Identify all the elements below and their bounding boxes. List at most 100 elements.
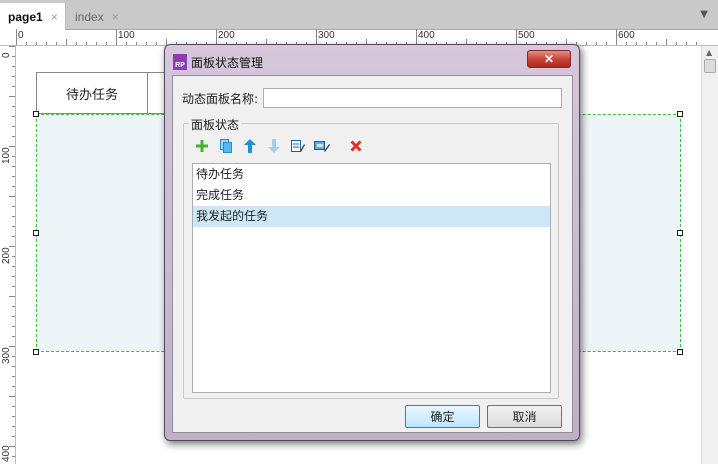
panel-name-label: 动态面板名称: <box>182 92 259 106</box>
ruler-tick <box>46 42 47 45</box>
ruler-tick <box>616 29 617 45</box>
ruler-tick <box>86 42 87 45</box>
tab-page1[interactable]: page1 × <box>0 3 66 31</box>
ruler-tick <box>216 29 217 45</box>
tab-label: page1 <box>8 10 43 24</box>
resize-handle[interactable] <box>677 349 683 355</box>
states-toolbar <box>184 137 560 157</box>
ruler-tick <box>156 42 157 45</box>
ruler-label: 200 <box>1 247 12 264</box>
ruler-tick <box>636 42 637 45</box>
canvas-tab-label: 待办任务 <box>65 87 118 103</box>
ruler-tick <box>56 42 57 45</box>
ruler-tick <box>36 42 37 45</box>
vertical-scrollbar[interactable]: ▲ <box>701 46 718 464</box>
ruler-tick <box>656 42 657 45</box>
ruler-tick <box>12 306 15 307</box>
ruler-tick <box>9 246 15 247</box>
close-icon[interactable]: × <box>51 10 58 24</box>
tab-list-dropdown-icon[interactable]: ▼ <box>700 9 708 20</box>
ruler-tick <box>9 446 15 447</box>
ruler-tick <box>666 39 667 45</box>
cancel-button[interactable]: 取消 <box>487 405 562 428</box>
ruler-label: 100 <box>1 147 12 164</box>
ok-button[interactable]: 确定 <box>405 405 480 428</box>
ruler-tick <box>9 396 15 397</box>
axure-logo-icon: RP <box>173 54 187 70</box>
ruler-tick <box>12 276 15 277</box>
resize-handle[interactable] <box>33 111 39 117</box>
ruler-tick <box>26 42 27 45</box>
move-up-icon[interactable] <box>242 138 258 154</box>
ruler-label: 300 <box>318 30 335 41</box>
duplicate-icon[interactable] <box>218 138 234 154</box>
ruler-tick <box>12 216 15 217</box>
ruler-tick <box>12 456 15 457</box>
tab-index[interactable]: index × <box>67 3 125 30</box>
delete-icon[interactable] <box>348 138 364 154</box>
scrollbar-thumb[interactable] <box>704 59 716 73</box>
ruler-label: 500 <box>518 30 535 41</box>
ruler-tick <box>696 42 697 45</box>
ruler-tick <box>12 336 15 337</box>
list-item[interactable]: 我发起的任务 <box>193 206 550 227</box>
ruler-tick <box>9 296 15 297</box>
ruler-tick <box>12 426 15 427</box>
dialog-body: 动态面板名称: 面板状态 待办任务 完成任务 我发起的任务 确定 取消 <box>172 75 573 433</box>
ruler-tick <box>12 316 15 317</box>
ruler-tick <box>12 56 15 57</box>
ruler-tick <box>12 256 15 257</box>
ruler-tick <box>12 406 15 407</box>
ruler-label: 0 <box>18 30 24 41</box>
ruler-tick <box>12 106 15 107</box>
close-button[interactable]: ✕ <box>527 50 571 68</box>
ruler-label: 100 <box>118 30 135 41</box>
close-icon[interactable]: × <box>112 10 119 24</box>
ruler-tick <box>12 286 15 287</box>
ruler-tick <box>9 96 15 97</box>
ruler-tick <box>12 136 15 137</box>
ruler-label: 400 <box>418 30 435 41</box>
resize-handle[interactable] <box>677 230 683 236</box>
ruler-tick <box>586 42 587 45</box>
panel-state-manager-dialog: RP 面板状态管理 ✕ 动态面板名称: 面板状态 待办任务 完成任务 我发起的任… <box>164 44 580 441</box>
ruler-tick <box>12 376 15 377</box>
ruler-tick <box>12 366 15 367</box>
ruler-tick <box>146 42 147 45</box>
ruler-label: 0 <box>1 52 12 58</box>
edit-all-icon[interactable] <box>314 138 330 154</box>
edit-icon[interactable] <box>290 138 306 154</box>
ruler-tick <box>96 42 97 45</box>
resize-handle[interactable] <box>677 111 683 117</box>
add-icon[interactable] <box>194 138 210 154</box>
ruler-tick <box>12 166 15 167</box>
ruler-tick <box>12 436 15 437</box>
list-item[interactable]: 完成任务 <box>193 185 550 206</box>
ruler-tick <box>16 29 17 45</box>
ruler-tick <box>596 42 597 45</box>
ruler-tick <box>12 206 15 207</box>
list-item[interactable]: 待办任务 <box>193 164 550 185</box>
scroll-up-icon[interactable]: ▲ <box>706 48 712 57</box>
ruler-tick <box>12 356 15 357</box>
ruler-tick <box>106 42 107 45</box>
panel-state-list[interactable]: 待办任务 完成任务 我发起的任务 <box>192 163 551 393</box>
resize-handle[interactable] <box>33 349 39 355</box>
ruler-tick <box>12 156 15 157</box>
ruler-tick <box>126 42 127 45</box>
ruler-tick <box>676 42 677 45</box>
canvas-tab-pending[interactable]: 待办任务 <box>36 72 148 114</box>
resize-handle[interactable] <box>33 230 39 236</box>
ruler-tick <box>9 146 15 147</box>
ruler-tick <box>9 196 15 197</box>
panel-name-input[interactable] <box>263 88 562 108</box>
ruler-tick <box>136 42 137 45</box>
ruler-tick <box>12 116 15 117</box>
ruler-tick <box>12 66 15 67</box>
ruler-tick <box>66 39 67 45</box>
move-down-icon[interactable] <box>266 138 282 154</box>
ruler-tick <box>606 42 607 45</box>
ruler-tick <box>316 29 317 45</box>
group-label: 面板状态 <box>189 116 242 133</box>
ruler-tick <box>416 29 417 45</box>
